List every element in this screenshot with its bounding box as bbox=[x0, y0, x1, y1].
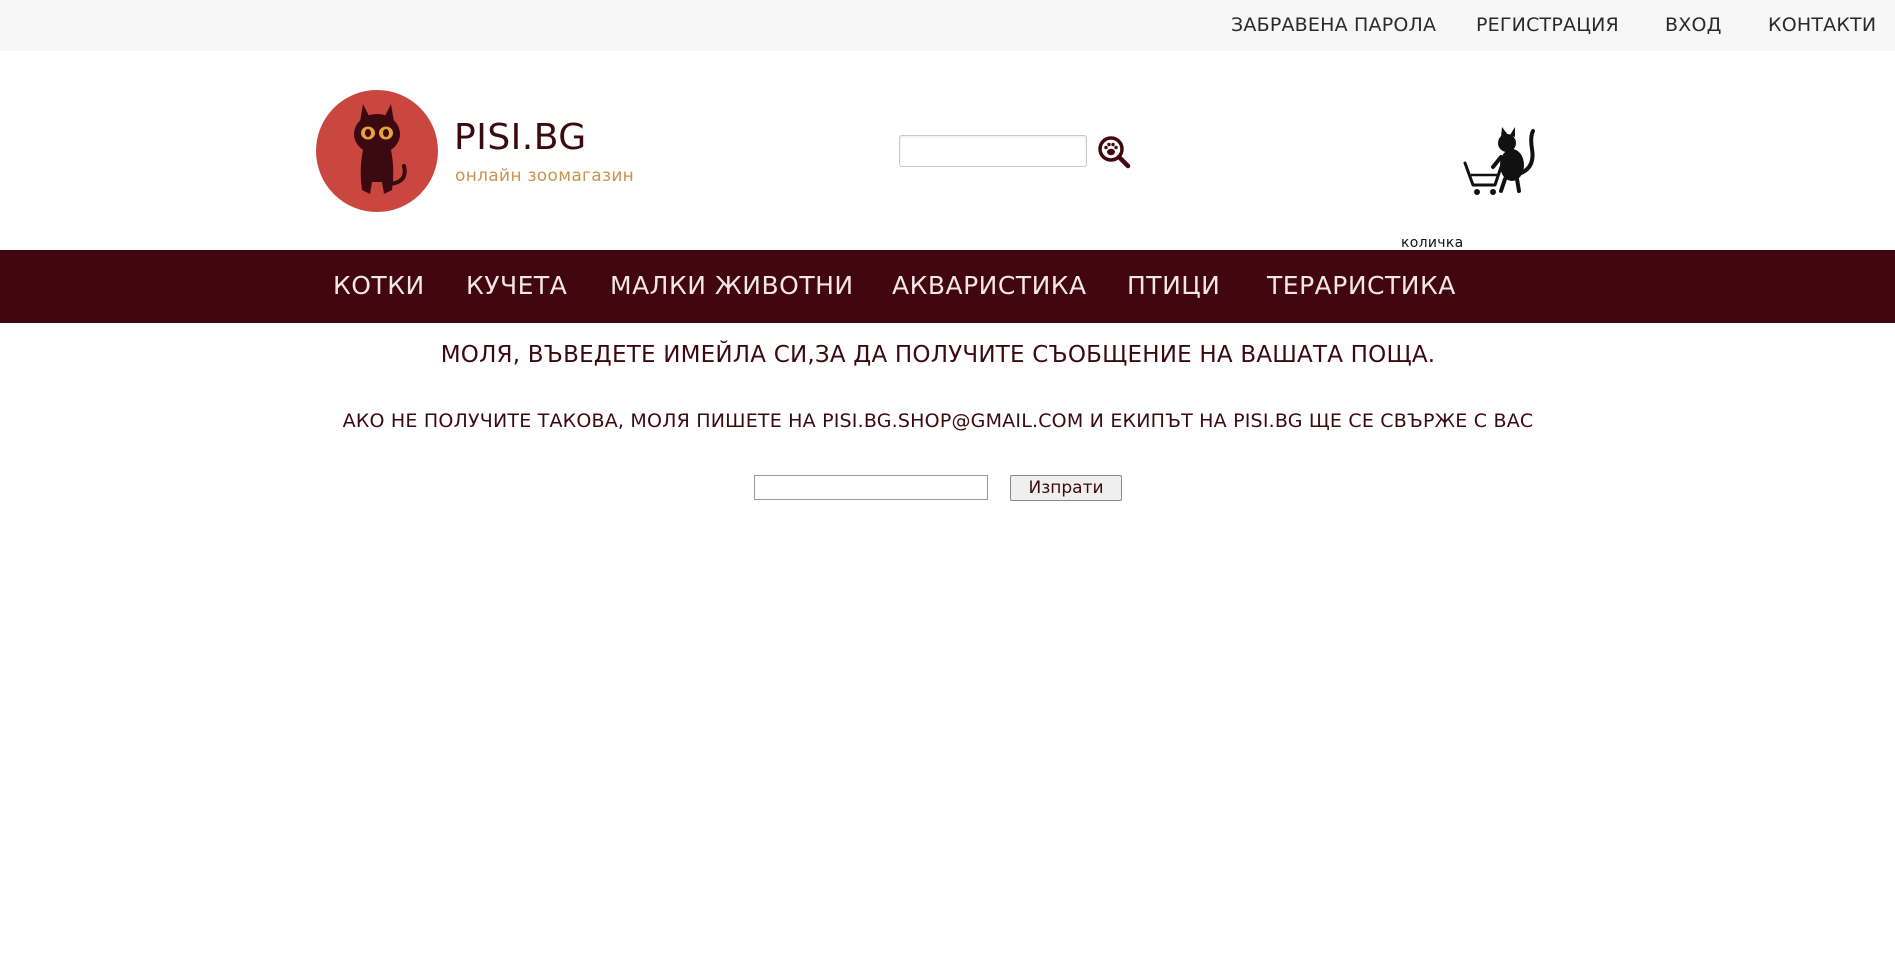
nav-item-birds[interactable]: ПТИЦИ bbox=[1127, 271, 1220, 300]
cart-button[interactable]: количка bbox=[1395, 113, 1555, 251]
site-tagline: онлайн зоомагазин bbox=[455, 166, 635, 186]
site-name[interactable]: PISI.BG bbox=[454, 117, 587, 158]
forgot-password-link[interactable]: ЗАБРАВЕНА ПАРОЛА bbox=[1231, 14, 1436, 36]
search-button[interactable] bbox=[1097, 135, 1131, 169]
register-link[interactable]: РЕГИСТРАЦИЯ bbox=[1476, 14, 1619, 36]
nav-item-aquaristics[interactable]: АКВАРИСТИКА bbox=[892, 271, 1087, 300]
nav-item-cats[interactable]: КОТКИ bbox=[333, 271, 425, 300]
top-utility-bar: ЗАБРАВЕНА ПАРОЛА РЕГИСТРАЦИЯ ВХОД КОНТАК… bbox=[0, 0, 1895, 51]
cart-label: количка bbox=[1401, 235, 1464, 251]
nav-item-dogs[interactable]: КУЧЕТА bbox=[466, 271, 567, 300]
nav-item-small-animals[interactable]: МАЛКИ ЖИВОТНИ bbox=[610, 271, 854, 300]
page-title: МОЛЯ, ВЪВЕДЕТЕ ИМЕЙЛА СИ,ЗА ДА ПОЛУЧИТЕ … bbox=[440, 342, 1436, 368]
site-logo[interactable] bbox=[316, 90, 438, 212]
contacts-link[interactable]: КОНТАКТИ bbox=[1768, 14, 1876, 36]
cat-cart-icon bbox=[1463, 127, 1535, 195]
email-field[interactable] bbox=[754, 475, 988, 500]
login-link[interactable]: ВХОД bbox=[1665, 14, 1722, 36]
main-navigation: КОТКИ КУЧЕТА МАЛКИ ЖИВОТНИ АКВАРИСТИКА П… bbox=[0, 250, 1895, 323]
paw-magnifier-icon bbox=[1098, 136, 1131, 169]
nav-item-terraristics[interactable]: ТЕРАРИСТИКА bbox=[1267, 271, 1456, 300]
cat-logo-icon bbox=[354, 104, 407, 194]
site-header: PISI.BG онлайн зоомагазин количка bbox=[0, 51, 1895, 251]
support-instructions: АКО НЕ ПОЛУЧИТЕ ТАКОВА, МОЛЯ ПИШЕТЕ НА P… bbox=[342, 410, 1534, 432]
send-button[interactable]: Изпрати bbox=[1010, 475, 1122, 501]
search-input[interactable] bbox=[899, 135, 1087, 167]
